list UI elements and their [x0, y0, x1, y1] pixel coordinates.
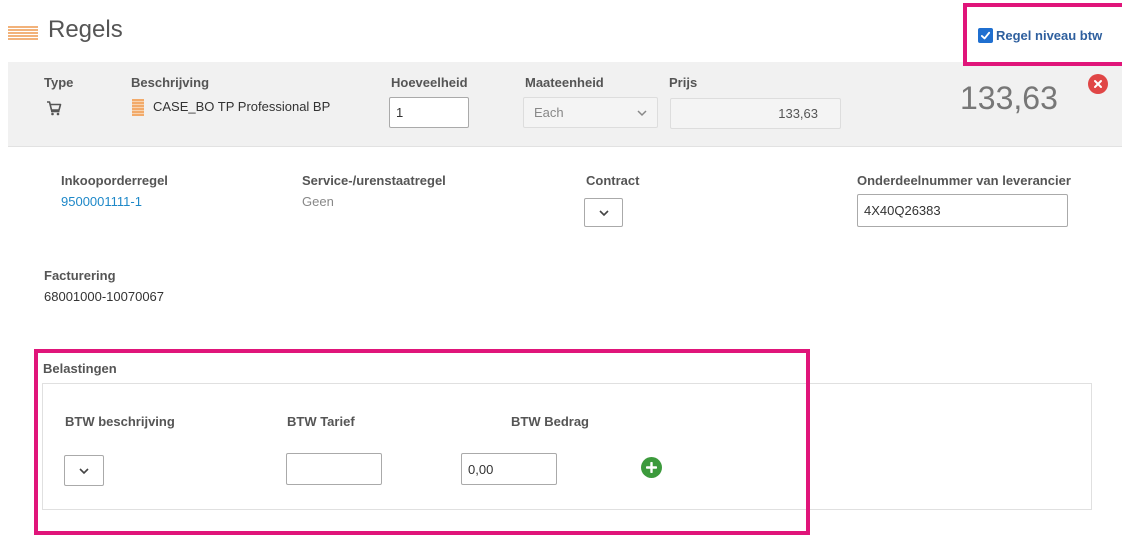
unit-select[interactable]: Each — [523, 97, 658, 128]
regels-section-icon — [8, 26, 38, 40]
highlight-box-taxes — [34, 349, 810, 535]
chevron-down-icon — [598, 209, 609, 216]
supplier-part-input[interactable]: 4X40Q26383 — [857, 194, 1068, 227]
unit-value: Each — [534, 105, 564, 120]
service-line-value: Geen — [302, 194, 334, 209]
section-title: Regels — [48, 16, 123, 43]
type-label: Type — [44, 75, 74, 90]
service-line-label: Service-/urenstaatregel — [302, 173, 446, 188]
quantity-value: 1 — [396, 105, 404, 120]
billing-label: Facturering — [44, 268, 116, 283]
delete-line-button[interactable] — [1088, 74, 1108, 94]
line-total: 133,63 — [960, 80, 1058, 116]
po-line-label: Inkooporderregel — [61, 173, 168, 188]
quantity-input[interactable]: 1 — [389, 97, 469, 128]
contract-label: Contract — [586, 173, 640, 188]
quantity-label: Hoeveelheid — [391, 75, 468, 90]
supplier-part-value: 4X40Q26383 — [864, 203, 941, 218]
description-value: CASE_BO TP Professional BP — [153, 99, 331, 114]
catalog-item-icon — [132, 99, 144, 116]
cart-icon — [46, 100, 62, 119]
price-value: 133,63 — [778, 106, 818, 121]
po-line-link[interactable]: 9500001111-1 — [61, 194, 142, 209]
supplier-part-label: Onderdeelnummer van leverancier — [857, 173, 1071, 188]
unit-label: Maateenheid — [525, 75, 604, 90]
chevron-down-icon — [637, 109, 647, 116]
highlight-box-vat-toggle — [963, 3, 1122, 66]
price-label: Prijs — [669, 75, 698, 90]
price-input[interactable]: 133,63 — [670, 98, 841, 129]
description-label: Beschrijving — [131, 75, 210, 90]
billing-value: 68001000-10070067 — [44, 289, 165, 304]
contract-select[interactable] — [584, 198, 623, 227]
close-icon — [1094, 80, 1102, 88]
